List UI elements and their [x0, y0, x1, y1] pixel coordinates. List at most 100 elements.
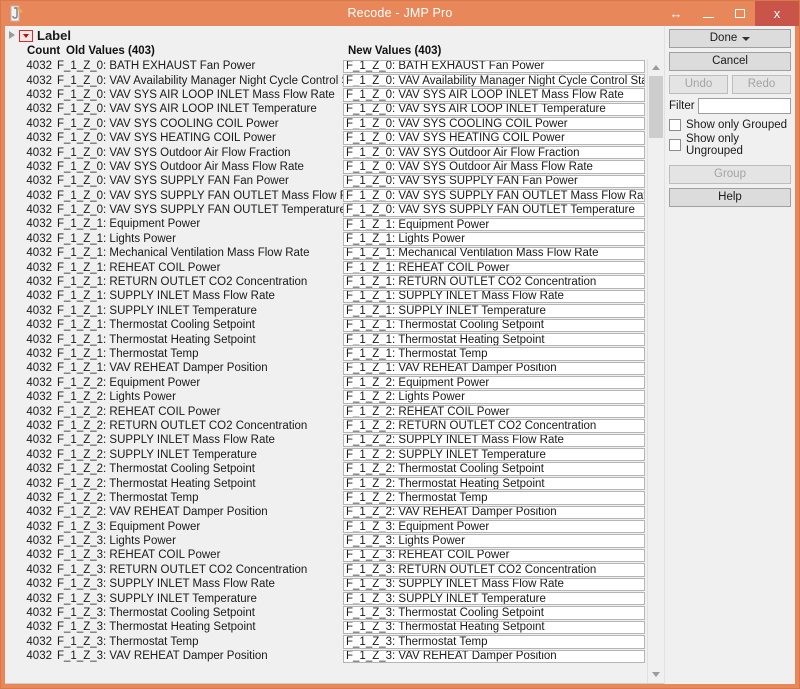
row-new-value-input[interactable]: F_1_Z_1: SUPPLY INLET Temperature	[343, 304, 645, 318]
table-row[interactable]: 4032 F_1_Z_2: Thermostat Temp F_1_Z_2: The…	[5, 491, 647, 505]
row-old-value[interactable]: F_1_Z_1: REHEAT COIL Power	[57, 262, 343, 274]
row-new-value-input[interactable]: F_1_Z_2: SUPPLY INLET Temperature	[343, 448, 645, 462]
row-old-value[interactable]: F_1_Z_3: VAV REHEAT Damper Position	[57, 650, 343, 662]
row-new-value-input[interactable]: F_1_Z_1: Lights Power	[343, 232, 645, 246]
row-old-value[interactable]: F_1_Z_0: VAV SYS AIR LOOP INLET Mass Flo…	[57, 89, 343, 101]
row-old-value[interactable]: F_1_Z_1: RETURN OUTLET CO2 Concentration	[57, 276, 343, 288]
row-new-value-input[interactable]: F_1_Z_3: Thermostat Cooling Setpoint	[343, 606, 645, 620]
row-old-value[interactable]: F_1_Z_1: Mechanical Ventilation Mass Flo…	[57, 247, 343, 259]
cancel-button[interactable]: Cancel	[669, 52, 791, 71]
table-row[interactable]: 4032 F_1_Z_2: SUPPLY INLET Mass Flow Rate…	[5, 433, 647, 448]
row-old-value[interactable]: F_1_Z_3: Equipment Power	[57, 521, 343, 533]
scrollbar-thumb[interactable]	[649, 76, 663, 138]
row-new-value-input[interactable]: F_1_Z_2: Thermostat Cooling Setpoint	[343, 462, 645, 476]
table-row[interactable]: 4032 F_1_Z_0: VAV SYS Outdoor Air Mass Fl…	[5, 160, 647, 174]
table-row[interactable]: 4032 F_1_Z_3: Equipment Power F_1_Z_3: Equ…	[5, 520, 647, 534]
scroll-up-icon[interactable]	[648, 59, 664, 76]
row-old-value[interactable]: F_1_Z_2: Thermostat Temp	[57, 492, 343, 504]
row-new-value-input[interactable]: F_1_Z_2: REHEAT COIL Power	[343, 404, 645, 419]
row-old-value[interactable]: F_1_Z_1: Thermostat Cooling Setpoint	[57, 319, 343, 331]
table-row[interactable]: 4032 F_1_Z_3: SUPPLY INLET Temperature F_1…	[5, 591, 647, 606]
table-row[interactable]: 4032 F_1_Z_2: SUPPLY INLET Temperature F_1…	[5, 448, 647, 462]
row-new-value-input[interactable]: F_1_Z_0: VAV SYS Outdoor Air Mass Flow R…	[343, 160, 645, 174]
row-new-value-input[interactable]: F_1_Z_2: Thermostat Heating Setpoint	[343, 476, 645, 491]
row-old-value[interactable]: F_1_Z_0: VAV SYS COOLING COIL Power	[57, 118, 343, 130]
table-row[interactable]: 4032 F_1_Z_2: Thermostat Heating Setpoint…	[5, 476, 647, 491]
title-bar[interactable]: Recode - JMP Pro ↔ x	[1, 1, 799, 26]
table-row[interactable]: 4032 F_1_Z_2: REHEAT COIL Power F_1_Z_2: R…	[5, 404, 647, 419]
group-button[interactable]: Group	[669, 165, 791, 184]
row-old-value[interactable]: F_1_Z_3: REHEAT COIL Power	[57, 549, 343, 561]
row-old-value[interactable]: F_1_Z_2: RETURN OUTLET CO2 Concentration	[57, 420, 343, 432]
resize-icon[interactable]: ↔	[659, 1, 693, 26]
table-row[interactable]: 4032 F_1_Z_3: Thermostat Heating Setpoint…	[5, 620, 647, 635]
row-new-value-input[interactable]: F_1_Z_2: Lights Power	[343, 390, 645, 404]
table-row[interactable]: 4032 F_1_Z_3: VAV REHEAT Damper Position F…	[5, 649, 647, 663]
row-old-value[interactable]: F_1_Z_0: VAV SYS SUPPLY FAN OUTLET Mass …	[57, 190, 343, 202]
show-only-ungrouped-row[interactable]: Show only Ungrouped	[669, 133, 791, 157]
row-old-value[interactable]: F_1_Z_1: Equipment Power	[57, 218, 343, 230]
table-row[interactable]: 4032 F_1_Z_1: SUPPLY INLET Temperature F_1…	[5, 304, 647, 318]
table-row[interactable]: 4032 F_1_Z_0: VAV SYS SUPPLY FAN OUTLET M…	[5, 189, 647, 203]
row-new-value-input[interactable]: F_1_Z_0: VAV SYS SUPPLY FAN OUTLET Tempe…	[343, 203, 645, 217]
row-old-value[interactable]: F_1_Z_1: Thermostat Heating Setpoint	[57, 334, 343, 346]
table-row[interactable]: 4032 F_1_Z_2: VAV REHEAT Damper Position F…	[5, 505, 647, 519]
row-new-value-input[interactable]: F_1_Z_3: Lights Power	[343, 534, 645, 548]
row-new-value-input[interactable]: F_1_Z_3: SUPPLY INLET Temperature	[343, 591, 645, 606]
table-row[interactable]: 4032 F_1_Z_0: VAV Availability Manager Ni…	[5, 73, 647, 88]
table-row[interactable]: 4032 F_1_Z_0: VAV SYS Outdoor Air Flow Fr…	[5, 145, 647, 160]
table-row[interactable]: 4032 F_1_Z_1: RETURN OUTLET CO2 Concentra…	[5, 275, 647, 289]
row-old-value[interactable]: F_1_Z_0: BATH EXHAUST Fan Power	[57, 60, 343, 72]
row-new-value-input[interactable]: F_1_Z_2: VAV REHEAT Damper Position	[343, 505, 645, 519]
table-row[interactable]: 4032 F_1_Z_2: Thermostat Cooling Setpoint…	[5, 462, 647, 476]
row-new-value-input[interactable]: F_1_Z_3: Thermostat Temp	[343, 635, 645, 649]
table-row[interactable]: 4032 F_1_Z_2: Lights Power F_1_Z_2: Lights…	[5, 390, 647, 404]
show-only-grouped-checkbox[interactable]	[669, 119, 681, 131]
row-new-value-input[interactable]: F_1_Z_0: VAV SYS AIR LOOP INLET Temperat…	[343, 102, 645, 117]
table-row[interactable]: 4032 F_1_Z_0: VAV SYS HEATING COIL Power F…	[5, 131, 647, 145]
row-new-value-input[interactable]: F_1_Z_3: RETURN OUTLET CO2 Concentration	[343, 563, 645, 577]
table-row[interactable]: 4032 F_1_Z_1: REHEAT COIL Power F_1_Z_1: R…	[5, 260, 647, 275]
vertical-scrollbar[interactable]	[647, 59, 664, 683]
minimize-button[interactable]	[693, 1, 724, 26]
row-old-value[interactable]: F_1_Z_1: Lights Power	[57, 233, 343, 245]
table-row[interactable]: 4032 F_1_Z_0: VAV SYS SUPPLY FAN Fan Powe…	[5, 174, 647, 189]
row-new-value-input[interactable]: F_1_Z_3: Equipment Power	[343, 520, 645, 534]
row-new-value-input[interactable]: F_1_Z_3: REHEAT COIL Power	[343, 548, 645, 563]
table-row[interactable]: 4032 F_1_Z_3: Thermostat Cooling Setpoint…	[5, 606, 647, 620]
table-row[interactable]: 4032 F_1_Z_1: Lights Power F_1_Z_1: Lights…	[5, 232, 647, 246]
row-old-value[interactable]: F_1_Z_2: SUPPLY INLET Mass Flow Rate	[57, 434, 343, 446]
undo-button[interactable]: Undo	[669, 75, 728, 94]
disclosure-triangle-icon[interactable]	[7, 30, 18, 41]
row-new-value-input[interactable]: F_1_Z_0: VAV SYS SUPPLY FAN OUTLET Mass …	[343, 189, 645, 203]
table-row[interactable]: 4032 F_1_Z_3: RETURN OUTLET CO2 Concentra…	[5, 563, 647, 577]
row-old-value[interactable]: F_1_Z_0: VAV SYS SUPPLY FAN Fan Power	[57, 175, 343, 187]
scroll-down-icon[interactable]	[648, 666, 664, 683]
row-old-value[interactable]: F_1_Z_3: Thermostat Temp	[57, 636, 343, 648]
row-new-value-input[interactable]: F_1_Z_3: Thermostat Heating Setpoint	[343, 620, 645, 635]
row-old-value[interactable]: F_1_Z_1: SUPPLY INLET Mass Flow Rate	[57, 290, 343, 302]
table-row[interactable]: 4032 F_1_Z_0: VAV SYS SUPPLY FAN OUTLET T…	[5, 203, 647, 217]
red-triangle-menu-icon[interactable]	[19, 29, 33, 42]
row-old-value[interactable]: F_1_Z_2: REHEAT COIL Power	[57, 406, 343, 418]
row-old-value[interactable]: F_1_Z_0: VAV SYS Outdoor Air Flow Fracti…	[57, 147, 343, 159]
table-row[interactable]: 4032 F_1_Z_1: Thermostat Cooling Setpoint…	[5, 318, 647, 332]
table-row[interactable]: 4032 F_1_Z_1: Equipment Power F_1_Z_1: Equ…	[5, 217, 647, 232]
row-old-value[interactable]: F_1_Z_3: SUPPLY INLET Mass Flow Rate	[57, 578, 343, 590]
row-new-value-input[interactable]: F_1_Z_1: Thermostat Cooling Setpoint	[343, 318, 645, 332]
row-old-value[interactable]: F_1_Z_2: SUPPLY INLET Temperature	[57, 449, 343, 461]
row-new-value-input[interactable]: F_1_Z_1: SUPPLY INLET Mass Flow Rate	[343, 289, 645, 304]
scrollbar-track[interactable]	[648, 76, 664, 666]
row-new-value-input[interactable]: F_1_Z_1: REHEAT COIL Power	[343, 260, 645, 275]
row-new-value-input[interactable]: F_1_Z_0: VAV SYS SUPPLY FAN Fan Power	[343, 174, 645, 189]
row-new-value-input[interactable]: F_1_Z_3: SUPPLY INLET Mass Flow Rate	[343, 577, 645, 591]
table-row[interactable]: 4032 F_1_Z_0: VAV SYS COOLING COIL Power F…	[5, 117, 647, 131]
show-only-grouped-row[interactable]: Show only Grouped	[669, 119, 791, 131]
table-row[interactable]: 4032 F_1_Z_1: Thermostat Heating Setpoint…	[5, 332, 647, 347]
row-new-value-input[interactable]: F_1_Z_1: Mechanical Ventilation Mass Flo…	[343, 246, 645, 260]
close-button[interactable]: x	[755, 1, 799, 26]
table-row[interactable]: 4032 F_1_Z_1: Mechanical Ventilation Mass…	[5, 246, 647, 260]
help-button[interactable]: Help	[669, 188, 791, 207]
row-new-value-input[interactable]: F_1_Z_1: Equipment Power	[343, 217, 645, 232]
row-new-value-input[interactable]: F_1_Z_1: Thermostat Temp	[343, 347, 645, 361]
